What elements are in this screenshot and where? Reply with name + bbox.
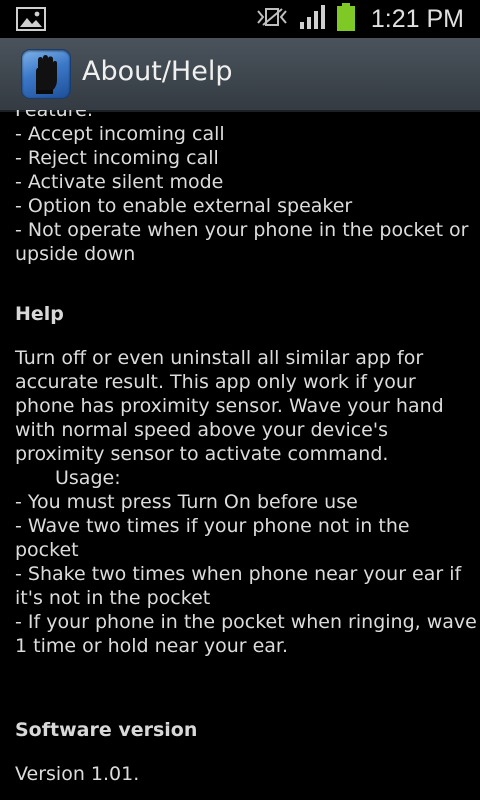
usage-line: 1 time or hold near your ear. (15, 635, 289, 657)
battery-charging-icon (336, 3, 355, 35)
usage-line: - If your phone in the pocket when ringi… (15, 611, 477, 633)
list-item: - Reject incoming call (15, 147, 219, 169)
feature-heading: Feature: (15, 110, 94, 121)
usage-line: - Shake two times when phone near your e… (15, 563, 462, 585)
status-bar: 1:21 PM (0, 0, 480, 38)
signal-bars-icon (299, 4, 327, 34)
feature-list: Feature: - Accept incoming call - Reject… (15, 110, 470, 266)
help-line: Turn off or even uninstall all similar a… (15, 347, 424, 369)
list-item: - Not operate when your phone in the poc… (15, 219, 469, 241)
list-item: - Activate silent mode (15, 171, 224, 193)
status-time: 1:21 PM (370, 4, 464, 33)
glove-hand-icon[interactable] (22, 50, 70, 98)
usage-line: pocket (15, 539, 79, 561)
help-heading: Help (15, 303, 64, 325)
version-text: Version 1.01. (15, 763, 140, 785)
usage-line: - Wave two times if your phone not in th… (15, 515, 410, 537)
list-item: - Option to enable external speaker (15, 195, 353, 217)
action-bar: About/Help (0, 38, 480, 112)
help-line: proximity sensor to activate command. (15, 443, 389, 465)
help-content[interactable]: Feature: - Accept incoming call - Reject… (0, 110, 480, 800)
usage-label: Usage: (55, 467, 121, 489)
software-version-heading: Software version (15, 719, 198, 741)
help-line: with normal speed above your device's (15, 419, 388, 441)
no-signal-vibrate-icon (255, 5, 289, 33)
usage-line: - You must press Turn On before use (15, 491, 358, 513)
list-item: - Accept incoming call (15, 123, 225, 145)
gallery-notification-icon (16, 7, 46, 35)
page-title: About/Help (82, 56, 233, 87)
list-item: upside down (15, 243, 136, 265)
help-line: accurate result. This app only work if y… (15, 371, 416, 393)
help-description: Turn off or even uninstall all similar a… (15, 346, 477, 658)
help-line: phone has proximity sensor. Wave your ha… (15, 395, 444, 417)
usage-line: it's not in the pocket (15, 587, 211, 609)
